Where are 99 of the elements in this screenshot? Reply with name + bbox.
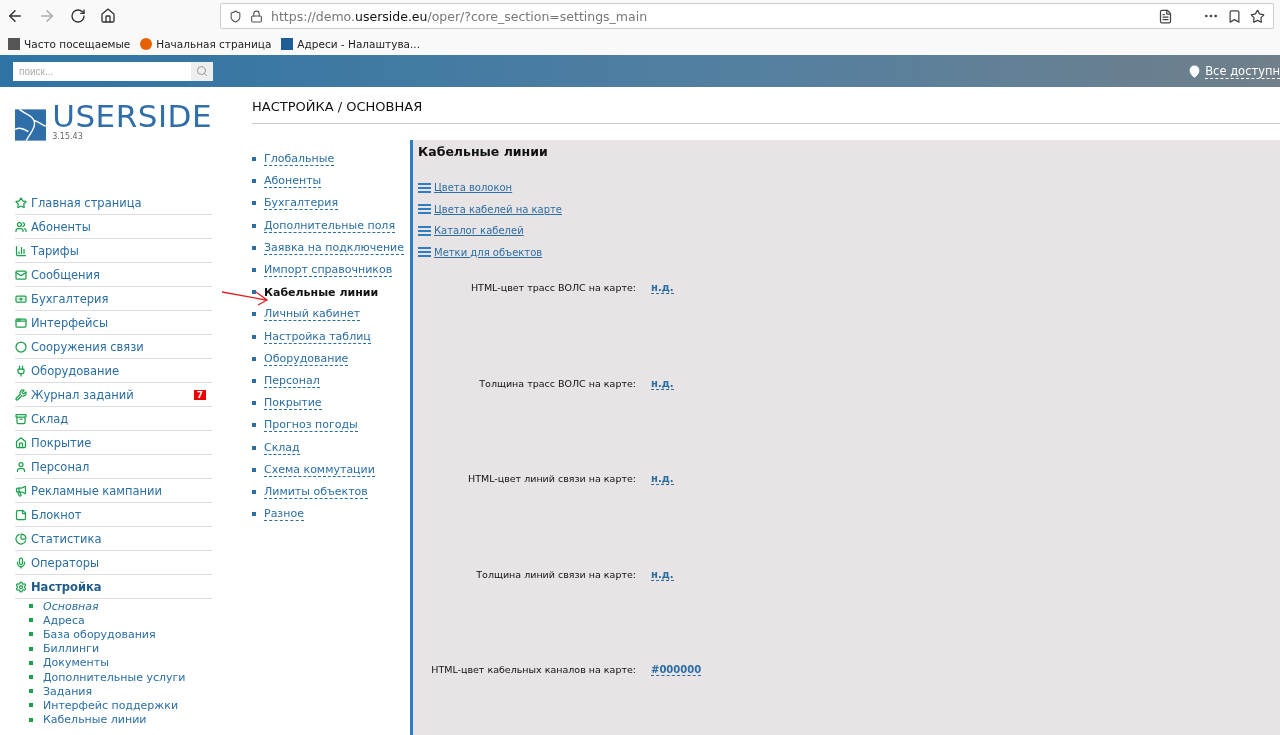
sub-nav-item[interactable]: База оборудования [29, 627, 212, 642]
users-icon [15, 220, 27, 233]
list-icon [418, 182, 431, 193]
settings-link[interactable]: Личный кабинет [264, 307, 361, 322]
field-label: HTML-цвет линий связи на карте: [467, 473, 636, 484]
nav-item[interactable]: Интерфейсы [15, 311, 212, 335]
panel-link[interactable]: Цвета волокон [434, 182, 513, 194]
panel-title: Кабельные линии [418, 144, 549, 159]
user-icon [15, 460, 27, 473]
nav-item[interactable]: Главная страница [15, 191, 212, 215]
settings-link[interactable]: Импорт справочников [264, 263, 393, 278]
settings-link[interactable]: Настройка таблиц [264, 329, 371, 344]
field-value[interactable]: н.д. [651, 473, 674, 485]
plug-icon [15, 364, 27, 377]
site-logo-icon [281, 37, 294, 50]
nav-item[interactable]: Оборудование [15, 359, 212, 383]
location-link[interactable]: Все доступн [1205, 63, 1280, 79]
nav-item[interactable]: Тарифы [15, 239, 212, 263]
nav-item[interactable]: Покрытие [15, 431, 212, 455]
settings-link[interactable]: Разное [264, 507, 304, 522]
settings-link[interactable]: Схема коммутации [264, 462, 375, 477]
nav-item[interactable]: Блокнот [15, 503, 212, 527]
logo-text: USERSIDE [52, 101, 212, 132]
microphone-icon [15, 556, 27, 569]
version-text: 3.15.43 [52, 132, 84, 141]
sub-nav-item[interactable]: Дополнительные услуги [29, 669, 212, 685]
panel-link[interactable]: Каталог кабелей [434, 225, 524, 237]
sub-nav-item[interactable]: Адреса [29, 613, 212, 628]
field-value[interactable]: н.д. [651, 282, 674, 294]
field-value[interactable]: н.д. [651, 568, 674, 581]
nav-item[interactable]: Склад [15, 407, 212, 431]
nav-item[interactable]: Сооружения связи [15, 335, 212, 359]
archive-icon [15, 412, 27, 425]
sub-nav-item[interactable]: Кабельные линии [29, 712, 212, 727]
envelope-icon [15, 268, 27, 281]
map-pin-icon [1188, 64, 1202, 78]
nav-item[interactable]: Персонал [15, 455, 212, 479]
field-value[interactable]: н.д. [651, 377, 674, 390]
wrench-icon [15, 388, 27, 401]
settings-link[interactable]: Глобальные [264, 152, 335, 167]
field-label: HTML-цвет трасс ВОЛС на карте: [469, 282, 636, 293]
nav-item[interactable]: Операторы [15, 551, 212, 575]
settings-link[interactable]: Лимиты объектов [264, 484, 368, 499]
banknote-icon [15, 292, 27, 305]
settings-icon [15, 580, 27, 593]
list-icon [418, 225, 431, 236]
settings-link[interactable]: Покрытие [264, 396, 322, 411]
nav-item[interactable]: Сообщения [15, 263, 212, 287]
address-bar[interactable]: https://demo.userside.eu/oper/?core_section=settings_main [220, 3, 1274, 29]
field-label: Толщина трасс ВОЛС на карте: [478, 377, 636, 389]
window-icon [15, 316, 27, 329]
sub-nav-item[interactable]: Биллинги [29, 641, 212, 656]
home-icon [15, 436, 27, 449]
list-icon [418, 204, 431, 215]
panel-link[interactable]: Цвета кабелей на карте [434, 203, 562, 215]
settings-link[interactable]: Бухгалтерия [264, 196, 339, 211]
sub-nav-item[interactable]: Основная [29, 599, 212, 614]
field-label: Толщина линий связи на карте: [475, 568, 636, 580]
shield-icon [229, 9, 242, 23]
nav-item[interactable]: Журнал заданий 7 [15, 383, 212, 407]
sub-nav-item[interactable]: Интерфейс поддержки [29, 698, 212, 713]
reader-view-icon[interactable] [1158, 8, 1173, 24]
bookmark[interactable]: Адреси - Налаштува... [281, 37, 421, 50]
count-badge: 7 [193, 389, 206, 400]
note-icon [15, 508, 27, 521]
panel-link[interactable]: Метки для объектов [434, 246, 543, 258]
bookmark[interactable]: Часто посещаемые [8, 37, 131, 50]
nav-item[interactable]: Настройка [15, 575, 212, 599]
sub-nav-item[interactable]: Задания [29, 684, 212, 699]
settings-link[interactable]: Склад [264, 440, 300, 455]
star-icon[interactable] [1250, 8, 1265, 24]
settings-link[interactable]: Абоненты [264, 174, 322, 189]
settings-link[interactable]: Прогноз погоды [264, 418, 358, 433]
nav-item[interactable]: Рекламные кампании [15, 479, 212, 503]
field-value[interactable]: #000000 [651, 664, 702, 676]
star-icon [15, 196, 27, 209]
list-icon [418, 247, 431, 258]
settings-link[interactable]: Персонал [264, 373, 320, 388]
search-field[interactable]: поиск... [13, 61, 191, 81]
reload-button[interactable] [70, 8, 86, 24]
page-title: НАСТРОЙКА / ОСНОВНАЯ [252, 99, 1280, 124]
settings-link[interactable]: Оборудование [264, 351, 349, 366]
field-label: HTML-цвет кабельных каналов на карте: [430, 664, 636, 675]
back-button[interactable] [6, 7, 24, 25]
settings-link[interactable]: Дополнительные поля [264, 218, 396, 233]
sub-nav-item[interactable]: Документы [29, 655, 212, 670]
nav-item[interactable]: Бухгалтерия [15, 287, 212, 311]
settings-link[interactable]: Заявка на подключение [264, 240, 405, 255]
megaphone-icon [15, 484, 27, 497]
bar-chart-icon [15, 244, 27, 257]
bookmark[interactable]: Начальная страница [140, 37, 272, 50]
nav-item[interactable]: Статистика [15, 527, 212, 551]
lock-icon [250, 9, 263, 23]
browser-logo-icon [140, 37, 153, 50]
nav-item[interactable]: Абоненты [15, 215, 212, 239]
circle-icon [15, 340, 27, 353]
settings-link[interactable]: Кабельные линии [264, 285, 379, 299]
home-button[interactable] [100, 8, 116, 24]
pie-chart-icon [15, 532, 27, 545]
